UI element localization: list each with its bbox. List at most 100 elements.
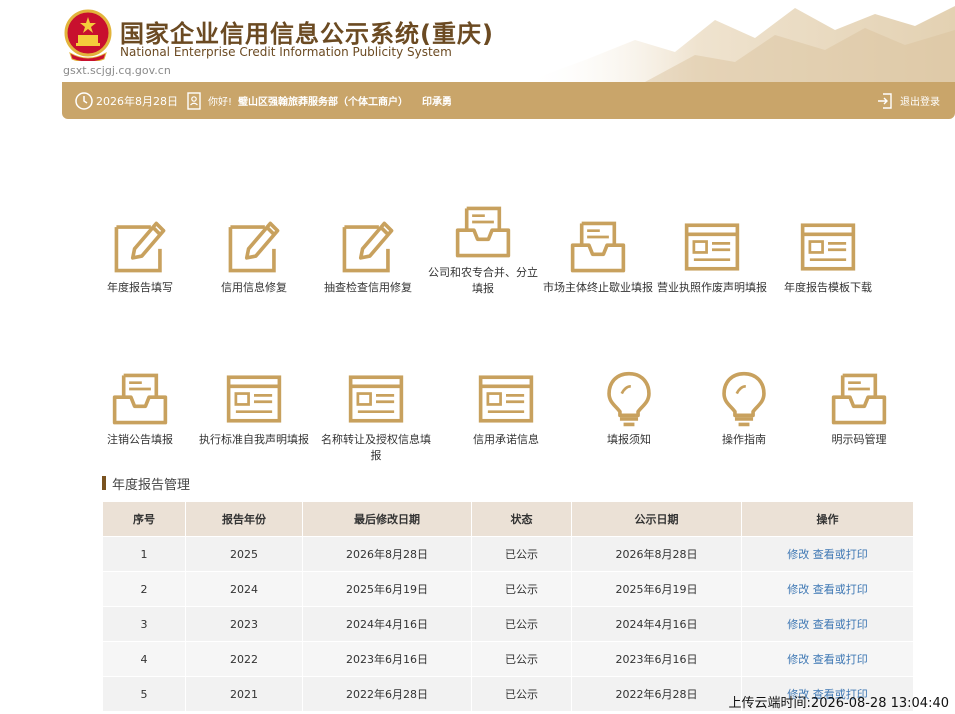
site-header: 国家企业信用信息公示系统(重庆) National Enterprise Cre… (0, 0, 955, 82)
user-info-bar: 2026年8月28日 你好! 璧山区强翰旅莽服务部（个体工商户） 印承勇 退出登… (62, 82, 955, 119)
tile-label: 市场主体终止歇业填报 (543, 281, 653, 294)
cell-no: 2 (102, 571, 186, 607)
tile-name-transfer[interactable]: 名称转让及授权信息填报 (316, 370, 436, 464)
tile-label: 注销公告填报 (107, 433, 173, 446)
tile-credit-commitment[interactable]: 信用承诺信息 (446, 370, 566, 448)
tile-label: 营业执照作废声明填报 (657, 281, 767, 294)
cell-no: 3 (102, 606, 186, 642)
cell-modified: 2023年6月16日 (302, 641, 472, 677)
upload-timestamp: 上传云端时间:2026-08-28 13:04:40 (728, 696, 949, 711)
cell-modified: 2022年6月28日 (302, 676, 472, 712)
tile-annual-report-fill[interactable]: 年度报告填写 (80, 218, 200, 296)
inbox-icon (830, 370, 888, 428)
tile-label: 填报须知 (607, 433, 651, 446)
tile-label: 公司和农专合并、分立填报 (428, 266, 538, 295)
annual-report-table: 序号 报告年份 最后修改日期 状态 公示日期 操作 1 2025 2026年8月… (102, 501, 914, 712)
inbox-icon (569, 218, 627, 276)
tile-template-download[interactable]: 年度报告模板下载 (768, 218, 888, 296)
site-title-english: National Enterprise Credit Information P… (120, 45, 452, 59)
column-header: 状态 (471, 501, 572, 537)
cell-year: 2022 (185, 641, 303, 677)
table-header-row: 序号 报告年份 最后修改日期 状态 公示日期 操作 (102, 501, 914, 537)
column-header: 报告年份 (185, 501, 303, 537)
cell-published: 2023年6月16日 (571, 641, 742, 677)
tile-standard-declaration[interactable]: 执行标准自我声明填报 (194, 370, 314, 448)
lightbulb-icon (715, 370, 773, 428)
edit-link[interactable]: 修改 (787, 548, 809, 561)
inbox-icon (454, 203, 512, 261)
cell-no: 4 (102, 641, 186, 677)
table-row: 4 2022 2023年6月16日 已公示 2023年6月16日 修改 查看或打… (102, 641, 914, 677)
current-date: 2026年8月28日 (74, 82, 178, 119)
cell-actions: 修改 查看或打印 (741, 571, 914, 607)
cell-year: 2021 (185, 676, 303, 712)
tile-label: 执行标准自我声明填报 (199, 433, 309, 446)
cell-actions: 修改 查看或打印 (741, 641, 914, 677)
cell-actions: 修改 查看或打印 (741, 606, 914, 642)
column-header: 公示日期 (571, 501, 742, 537)
pencil-icon (225, 218, 283, 276)
current-date-text: 2026年8月28日 (96, 94, 178, 108)
site-title-chinese: 国家企业信用信息公示系统(重庆) (120, 20, 494, 48)
tile-merger-split-fill[interactable]: 公司和农专合并、分立填报 (423, 203, 543, 297)
cell-year: 2024 (185, 571, 303, 607)
section-title-text: 年度报告管理 (112, 477, 191, 493)
tile-label: 年度报告填写 (107, 281, 173, 294)
tile-label: 操作指南 (722, 433, 766, 446)
tile-label: 信用承诺信息 (473, 433, 539, 446)
tile-label: 年度报告模板下载 (784, 281, 872, 294)
cell-status: 已公示 (471, 536, 572, 572)
form-icon (477, 370, 535, 428)
cell-modified: 2024年4月16日 (302, 606, 472, 642)
edit-link[interactable]: 修改 (787, 583, 809, 596)
tile-label: 抽查检查信用修复 (324, 281, 412, 294)
view-print-link[interactable]: 查看或打印 (813, 618, 868, 631)
cell-published: 2024年4月16日 (571, 606, 742, 642)
tile-label: 信用信息修复 (221, 281, 287, 294)
logout-icon (878, 92, 892, 109)
cell-status: 已公示 (471, 606, 572, 642)
cell-actions: 修改 查看或打印 (741, 536, 914, 572)
tile-label: 名称转让及授权信息填报 (321, 433, 431, 462)
id-card-icon (187, 91, 201, 110)
cell-published: 2025年6月19日 (571, 571, 742, 607)
tile-operation-guide[interactable]: 操作指南 (684, 370, 804, 448)
cell-year: 2025 (185, 536, 303, 572)
form-icon (225, 370, 283, 428)
form-icon (683, 218, 741, 276)
form-icon (347, 370, 405, 428)
view-print-link[interactable]: 查看或打印 (813, 653, 868, 666)
cell-status: 已公示 (471, 571, 572, 607)
table-row: 3 2023 2024年4月16日 已公示 2024年4月16日 修改 查看或打… (102, 606, 914, 642)
inbox-icon (111, 370, 169, 428)
table-row: 1 2025 2026年8月28日 已公示 2026年8月28日 修改 查看或打… (102, 536, 914, 572)
tile-credit-repair[interactable]: 信用信息修复 (194, 218, 314, 296)
national-emblem-icon (64, 9, 112, 61)
user-greeting: 你好! 璧山区强翰旅莽服务部（个体工商户） 印承勇 (186, 82, 452, 119)
cell-published: 2026年8月28日 (571, 536, 742, 572)
edit-link[interactable]: 修改 (787, 653, 809, 666)
cell-modified: 2026年8月28日 (302, 536, 472, 572)
cell-status: 已公示 (471, 676, 572, 712)
pencil-icon (111, 218, 169, 276)
logout-button[interactable]: 退出登录 (876, 82, 940, 119)
person-name: 印承勇 (422, 97, 453, 108)
cell-no: 1 (102, 536, 186, 572)
tile-license-void-fill[interactable]: 营业执照作废声明填报 (652, 218, 772, 296)
tile-termination-fill[interactable]: 市场主体终止歇业填报 (538, 218, 658, 296)
tile-inspection-credit-repair[interactable]: 抽查检查信用修复 (308, 218, 428, 296)
tile-cancellation-notice[interactable]: 注销公告填报 (80, 370, 200, 448)
mountain-background (525, 6, 955, 82)
cell-no: 5 (102, 676, 186, 712)
edit-link[interactable]: 修改 (787, 618, 809, 631)
tile-code-management[interactable]: 明示码管理 (799, 370, 919, 448)
section-marker (102, 476, 106, 490)
column-header: 序号 (102, 501, 186, 537)
cell-year: 2023 (185, 606, 303, 642)
greeting-text: 你好! (208, 97, 233, 108)
view-print-link[interactable]: 查看或打印 (813, 548, 868, 561)
view-print-link[interactable]: 查看或打印 (813, 583, 868, 596)
pencil-icon (339, 218, 397, 276)
company-name: 璧山区强翰旅莽服务部（个体工商户） (238, 97, 409, 108)
tile-filing-notes[interactable]: 填报须知 (569, 370, 689, 448)
